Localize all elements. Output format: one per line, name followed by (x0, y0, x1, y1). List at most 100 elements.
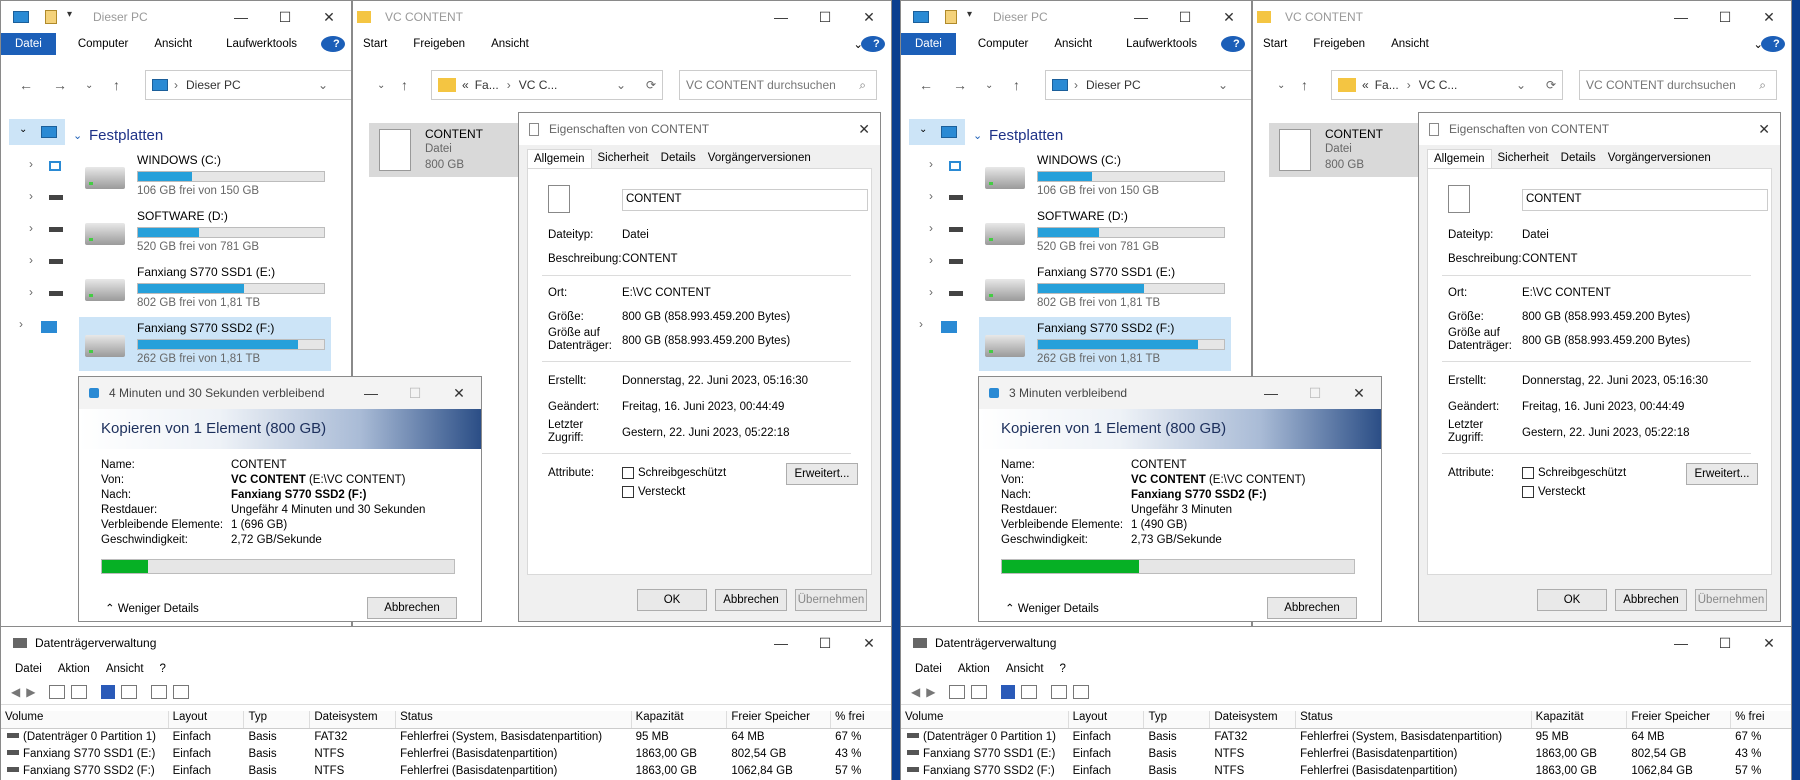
expand-icon[interactable]: › (29, 189, 33, 203)
tab-allgemein[interactable]: Allgemein (1427, 149, 1492, 168)
table-row[interactable]: Fanxiang S770 SSD2 (F:) Einfach Basis NTFS F… (1, 763, 891, 780)
table-row[interactable]: Fanxiang S770 SSD2 (F:) Einfach Basis NTFS F… (901, 763, 1791, 780)
menu-help[interactable]: ? (152, 663, 174, 675)
column-header[interactable]: Freier Speicher (1627, 711, 1732, 728)
menu-freigeben[interactable]: Freigeben (1299, 38, 1377, 50)
address-bar[interactable]: « Fa... › VC C... ⌄ ⟳ (1331, 70, 1563, 100)
column-header[interactable]: Status (396, 711, 632, 728)
advanced-button[interactable]: Erweitert... (786, 463, 858, 485)
search-icon[interactable]: ⌕ (859, 78, 866, 93)
quick-access-dropdown-icon[interactable]: ▾ (967, 9, 972, 20)
title-bar[interactable]: VC CONTENT — ☐ ✕ (1253, 1, 1791, 33)
menu-freigeben[interactable]: Freigeben (399, 38, 477, 50)
title-bar[interactable]: ▾ Dieser PC — ☐ ✕ (901, 1, 1251, 33)
chevron-down-icon[interactable]: ⌄ (318, 78, 328, 92)
expand-icon[interactable]: › (929, 157, 933, 171)
expand-icon[interactable]: › (19, 317, 23, 331)
column-header[interactable]: Layout (1069, 711, 1145, 728)
menu-ansicht[interactable]: Ansicht (1377, 38, 1441, 50)
expand-icon[interactable]: › (919, 317, 923, 331)
apply-button[interactable]: Übernehmen (795, 589, 867, 611)
value-from[interactable]: VC CONTENT (E:\VC CONTENT) (1131, 474, 1305, 486)
address-bar[interactable]: « Fa... › VC C... ⌄ ⟳ (431, 70, 663, 100)
expand-icon[interactable]: › (929, 221, 933, 235)
back-arrow-icon[interactable]: ← (19, 77, 33, 93)
close-button[interactable]: ✕ (1747, 1, 1791, 33)
history-chevron-icon[interactable]: ⌄ (985, 80, 993, 91)
maximize-button[interactable]: ☐ (1163, 1, 1207, 33)
breadcrumb-drive[interactable]: Fa... (1375, 78, 1399, 92)
from-folder[interactable]: VC CONTENT (1131, 474, 1206, 486)
tab-sicherheit[interactable]: Sicherheit (592, 149, 655, 168)
cancel-copy-button[interactable]: Abbrechen (367, 597, 457, 619)
chevron-down-icon[interactable]: ⌄ (1218, 78, 1228, 92)
refresh-icon[interactable]: ⟳ (1546, 78, 1556, 92)
table-row[interactable]: (Datenträger 0 Partition 1) Einfach Basis F… (901, 729, 1791, 746)
menu-ansicht[interactable]: Ansicht (140, 38, 204, 50)
hidden-checkbox[interactable]: Versteckt (622, 486, 685, 498)
title-bar[interactable]: Datenträgerverwaltung — ☐ ✕ (901, 627, 1791, 659)
menu-laufwerktools[interactable]: Laufwerktools (1104, 38, 1209, 50)
search-icon[interactable]: ⌕ (1759, 78, 1766, 93)
column-header[interactable]: Kapazität (1532, 711, 1628, 728)
search-input[interactable]: VC CONTENT durchsuchen ⌕ (1579, 70, 1777, 100)
back-icon[interactable]: ◀ (11, 685, 20, 699)
readonly-checkbox[interactable]: Schreibgeschützt (1522, 467, 1626, 479)
collapse-group-icon[interactable]: ⌄ (73, 129, 82, 142)
help-icon[interactable]: ? (861, 36, 885, 52)
checkbox-box[interactable] (1522, 486, 1534, 498)
console-tree-icon[interactable] (949, 684, 966, 699)
close-button[interactable]: ✕ (847, 627, 891, 659)
minimize-button[interactable]: — (349, 377, 393, 409)
column-header[interactable]: Dateisystem (310, 711, 397, 728)
menu-datei[interactable]: Datei (901, 33, 956, 55)
menu-aktion[interactable]: Aktion (950, 663, 998, 675)
cancel-copy-button[interactable]: Abbrechen (1267, 597, 1357, 619)
close-button[interactable]: ✕ (307, 1, 351, 33)
drive-item-selected[interactable]: Fanxiang S770 SSD2 (F:) 262 GB frei von 1… (985, 321, 1235, 375)
properties-icon[interactable] (945, 10, 957, 24)
help-icon[interactable]: ? (1761, 36, 1785, 52)
menu-ansicht[interactable]: Ansicht (98, 663, 152, 675)
drive-item-selected[interactable]: Fanxiang S770 SSD2 (F:) 262 GB frei von 1… (85, 321, 335, 375)
column-header[interactable]: Volume (1, 711, 169, 728)
less-details-toggle[interactable]: ⌃ Weniger Details (1005, 601, 1099, 615)
file-item[interactable]: CONTENT Datei 800 GB (369, 123, 519, 177)
close-button[interactable]: ✕ (858, 121, 870, 138)
history-chevron-icon[interactable]: ⌄ (377, 80, 385, 91)
menu-start[interactable]: Start (1253, 38, 1299, 50)
minimize-button[interactable]: — (1119, 1, 1163, 33)
maximize-button[interactable]: ☐ (263, 1, 307, 33)
cancel-button[interactable]: Abbrechen (1615, 589, 1687, 611)
title-bar[interactable]: 4 Minuten und 30 Sekunden verbleibend — ☐… (79, 377, 481, 409)
title-bar[interactable]: ▾ Dieser PC — ☐ ✕ (1, 1, 351, 33)
back-arrow-icon[interactable]: ← (919, 77, 933, 93)
up-arrow-icon[interactable]: ↑ (1301, 77, 1308, 93)
expand-icon[interactable]: › (929, 189, 933, 203)
apply-button[interactable]: Übernehmen (1695, 589, 1767, 611)
table-row[interactable]: Fanxiang S770 SSD1 (E:) Einfach Basis NTFS F… (1, 746, 891, 763)
menu-datei[interactable]: Datei (1, 663, 50, 675)
up-arrow-icon[interactable]: ↑ (113, 77, 120, 93)
close-button[interactable]: ✕ (847, 1, 891, 33)
title-bar[interactable]: Eigenschaften von CONTENT ✕ (519, 113, 880, 145)
address-bar[interactable]: › Dieser PC ⌄ ⟳ (145, 70, 351, 100)
history-chevron-icon[interactable]: ⌄ (1277, 80, 1285, 91)
maximize-button[interactable]: ☐ (803, 1, 847, 33)
column-header[interactable]: Typ (244, 711, 311, 728)
breadcrumb-overflow-icon[interactable]: « (1362, 78, 1369, 92)
close-button[interactable]: ✕ (1758, 121, 1770, 138)
properties-icon[interactable] (71, 684, 88, 699)
menu-datei[interactable]: Datei (901, 663, 950, 675)
title-bar[interactable]: Eigenschaften von CONTENT ✕ (1419, 113, 1780, 145)
help-icon[interactable] (1001, 684, 1016, 699)
hidden-checkbox[interactable]: Versteckt (1522, 486, 1585, 498)
chevron-down-icon[interactable]: ⌄ (1516, 78, 1526, 92)
help-icon[interactable]: ? (321, 36, 345, 52)
menu-computer[interactable]: Computer (56, 38, 141, 50)
column-header[interactable]: Status (1296, 711, 1532, 728)
drive-item[interactable]: WINDOWS (C:) 106 GB frei von 150 GB (85, 153, 335, 207)
cancel-button[interactable]: Abbrechen (715, 589, 787, 611)
expand-icon[interactable]: › (29, 157, 33, 171)
value-to[interactable]: Fanxiang S770 SSD2 (F:) (1131, 489, 1266, 501)
